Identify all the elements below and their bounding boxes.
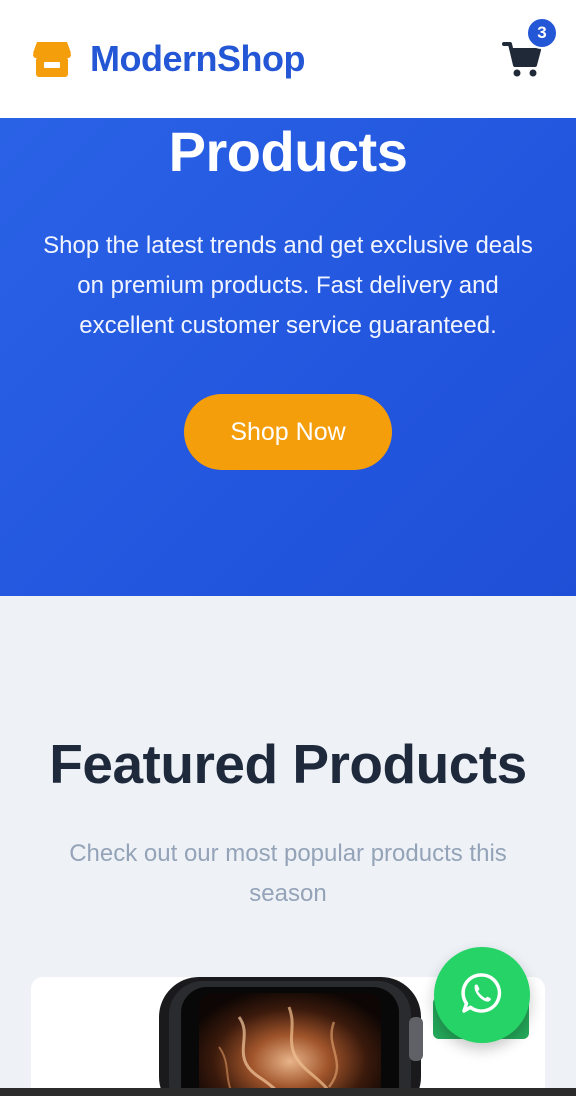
page: ModernShop 3 Products Shop the latest tr… <box>0 0 576 1096</box>
hero-description: Shop the latest trends and get exclusive… <box>43 232 533 339</box>
whatsapp-icon <box>460 971 504 1020</box>
hero-title: Products <box>168 120 408 183</box>
featured-subtitle: Check out our most popular products this… <box>69 840 507 907</box>
whatsapp-button[interactable] <box>434 947 530 1043</box>
hero-section: Products Shop the latest trends and get … <box>0 118 576 596</box>
brand-logo[interactable]: ModernShop <box>32 38 305 80</box>
cart-button[interactable]: 3 <box>502 17 558 79</box>
cart-count-badge: 3 <box>526 17 558 49</box>
site-header: ModernShop 3 <box>0 0 576 118</box>
shop-now-button[interactable]: Shop Now <box>184 394 392 470</box>
brand-name: ModernShop <box>90 38 305 79</box>
storefront-icon <box>32 40 72 78</box>
featured-title: Featured Products <box>49 733 527 795</box>
smartwatch-image <box>159 977 429 1096</box>
shopping-cart-icon <box>502 42 542 83</box>
browser-bottom-bar <box>0 1088 576 1096</box>
